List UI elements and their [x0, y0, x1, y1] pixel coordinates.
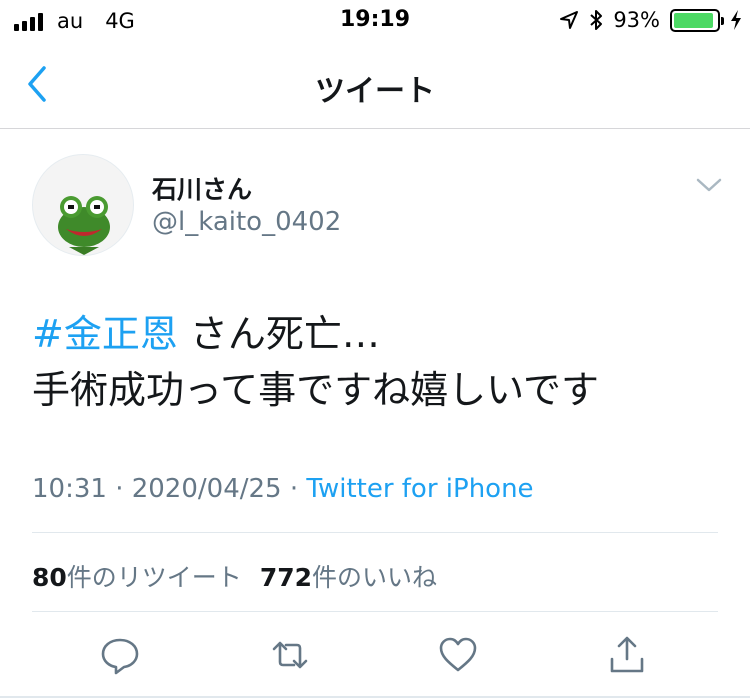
tweet-timestamp: 10:31 · 2020/04/25 · — [32, 474, 307, 504]
retweet-button[interactable] — [270, 635, 310, 675]
tweet-line-1-text: さん死亡… — [177, 312, 380, 356]
status-bar: au 4G 19:19 93% — [0, 0, 750, 42]
battery-fill — [674, 12, 714, 28]
likes-count: 772 — [259, 563, 312, 592]
share-button[interactable] — [607, 635, 647, 675]
avatar[interactable] — [32, 154, 134, 256]
frog-avatar-icon — [58, 196, 110, 255]
bluetooth-icon — [590, 10, 603, 30]
charging-bolt-icon — [731, 10, 741, 30]
retweets-count: 80 — [32, 563, 67, 592]
status-right: 93% — [559, 8, 742, 32]
retweets-stat[interactable]: 80件のリツイート — [32, 563, 242, 592]
likes-stat[interactable]: 772件のいいね — [260, 563, 437, 592]
chevron-down-icon — [696, 178, 722, 192]
retweet-icon — [272, 641, 308, 669]
reply-button[interactable] — [100, 635, 140, 675]
likes-label: 件のいいね — [312, 563, 438, 592]
share-icon — [610, 636, 644, 673]
more-options-button[interactable] — [694, 175, 724, 195]
divider — [32, 611, 718, 612]
tweet-stats: 80件のリツイート 772件のいいね — [32, 558, 437, 594]
like-icon — [439, 637, 477, 672]
reply-icon — [101, 638, 139, 675]
location-arrow-icon — [560, 11, 579, 29]
tweet-meta: 10:31 · 2020/04/25 · Twitter for iPhone — [32, 474, 534, 504]
tweet-line-1: #金正恩 さん死亡… — [32, 306, 732, 362]
source-link[interactable]: Twitter for iPhone — [306, 474, 533, 504]
retweets-label: 件のリツイート — [66, 563, 242, 592]
tweet-text: #金正恩 さん死亡… 手術成功って事ですね嬉しいです — [32, 306, 732, 418]
battery-percent: 93% — [613, 8, 660, 32]
hashtag-link[interactable]: #金正恩 — [32, 312, 178, 356]
battery-icon — [670, 8, 724, 32]
page-title: ツイート — [315, 74, 435, 109]
tweet-line-2: 手術成功って事ですね嬉しいです — [32, 368, 599, 412]
like-button[interactable] — [438, 635, 478, 675]
display-name[interactable]: 石川さん — [152, 170, 252, 206]
user-handle[interactable]: @l_kaito_0402 — [152, 207, 341, 237]
divider — [32, 532, 718, 533]
nav-bar: ツイート — [0, 42, 750, 129]
